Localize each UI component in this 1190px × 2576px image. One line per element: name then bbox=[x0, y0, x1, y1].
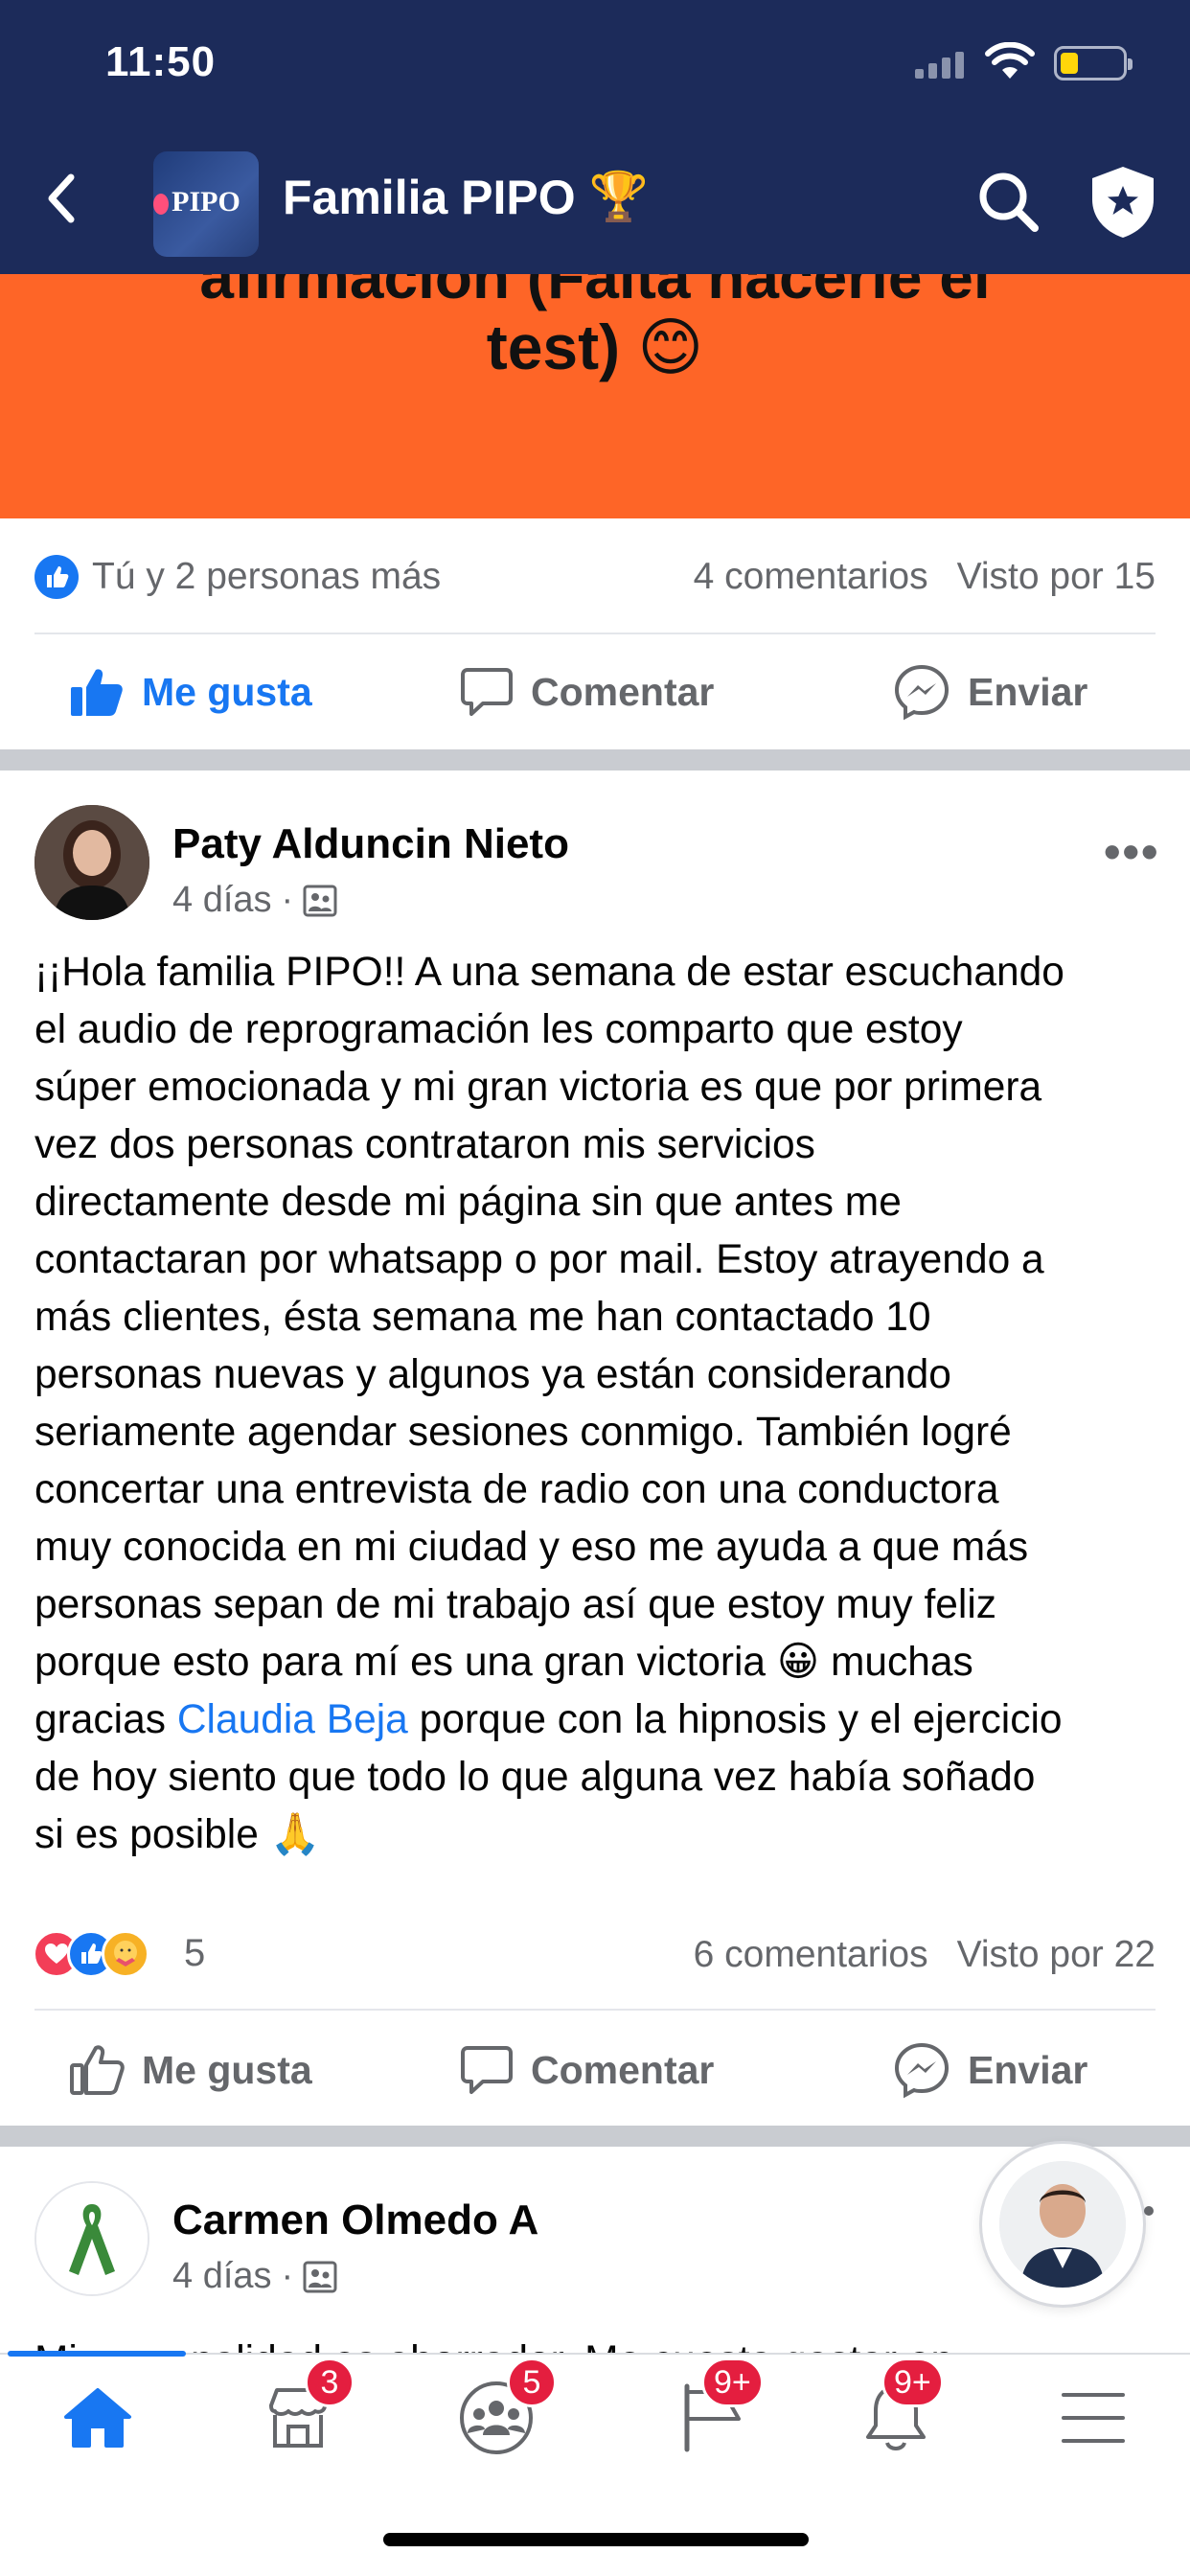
comment-bubble-icon bbox=[461, 2046, 513, 2094]
back-button[interactable] bbox=[44, 165, 92, 232]
send-button[interactable]: Enviar bbox=[893, 2041, 1087, 2099]
comment-label: Comentar bbox=[531, 2047, 715, 2092]
search-button[interactable] bbox=[975, 169, 1042, 236]
colored-text-post[interactable]: afirmación (Falta hacerle el test) 😊 bbox=[0, 274, 1190, 518]
comments-count[interactable]: 6 comentarios bbox=[694, 1934, 928, 1976]
group-title[interactable]: Familia PIPO 🏆 bbox=[283, 169, 649, 225]
post-text: test) 😊 bbox=[486, 311, 704, 382]
author-name[interactable]: Carmen Olmedo A bbox=[172, 2196, 538, 2244]
comment-button[interactable]: Comentar bbox=[460, 666, 714, 718]
divider bbox=[34, 2009, 1156, 2011]
trophy-icon: 🏆 bbox=[588, 170, 649, 223]
seen-by[interactable]: Visto por 22 bbox=[957, 1934, 1156, 1976]
marketplace-badge: 3 bbox=[305, 2358, 355, 2407]
post-body: ¡¡Hola familia PIPO!! A una semana de es… bbox=[34, 944, 1165, 1864]
like-reaction-icon bbox=[34, 555, 79, 599]
like-button[interactable]: Me gusta bbox=[69, 666, 312, 718]
send-label: Enviar bbox=[968, 669, 1088, 714]
post-time-row: 4 días · bbox=[172, 2256, 337, 2297]
profile-photo bbox=[34, 805, 149, 920]
status-time: 11:50 bbox=[105, 38, 217, 85]
group-audience-icon bbox=[303, 2261, 337, 2292]
tab-groups[interactable]: 5 bbox=[434, 2358, 559, 2471]
comment-button[interactable]: Comentar bbox=[460, 2044, 714, 2096]
group-logo-text: PIPO bbox=[172, 186, 240, 218]
active-tab-indicator bbox=[8, 2351, 186, 2357]
post-time-row: 4 días · bbox=[172, 880, 337, 921]
cellular-signal-icon bbox=[915, 50, 964, 79]
like-button[interactable]: Me gusta bbox=[69, 2044, 312, 2096]
reactions-summary-row: Tú y 2 personas más 4 comentarios Visto … bbox=[34, 548, 1156, 606]
divider bbox=[34, 632, 1156, 634]
notifications-badge: 9+ bbox=[881, 2358, 944, 2407]
like-label: Me gusta bbox=[142, 669, 312, 714]
send-button[interactable]: Enviar bbox=[893, 663, 1087, 721]
tab-menu[interactable] bbox=[1031, 2365, 1156, 2471]
author-avatar[interactable] bbox=[34, 805, 149, 920]
thumbs-up-filled-icon bbox=[71, 669, 123, 716]
more-options-dot[interactable] bbox=[1144, 2206, 1154, 2216]
floating-video-bubble[interactable] bbox=[982, 2144, 1143, 2305]
group-audience-icon bbox=[303, 885, 337, 916]
author-avatar[interactable] bbox=[34, 2181, 149, 2296]
thumbs-up-outline-icon bbox=[70, 2045, 125, 2095]
post-actions: Me gusta Comentar Enviar bbox=[0, 644, 1190, 740]
hamburger-menu-icon bbox=[1062, 2393, 1125, 2443]
post-text-part1: ¡¡Hola familia PIPO!! A una semana de es… bbox=[34, 950, 1064, 1742]
group-thumbnail[interactable]: PIPO bbox=[153, 151, 259, 257]
profile-photo bbox=[999, 2161, 1126, 2288]
care-reaction-icon bbox=[102, 1930, 149, 1978]
tab-home[interactable] bbox=[35, 2365, 160, 2471]
home-icon bbox=[64, 2388, 131, 2448]
messenger-icon bbox=[894, 2042, 950, 2099]
comments-count[interactable]: 4 comentarios bbox=[694, 556, 928, 598]
mention-link[interactable]: Claudia Beja bbox=[177, 1697, 408, 1742]
feed-separator bbox=[0, 749, 1190, 770]
tab-marketplace[interactable]: 3 bbox=[236, 2358, 360, 2471]
tab-pages[interactable]: 9+ bbox=[652, 2358, 776, 2471]
more-options-button[interactable]: ••• bbox=[1104, 824, 1160, 880]
post-time[interactable]: 4 días bbox=[172, 2256, 272, 2297]
post-text-cut: afirmación (Falta hacerle el bbox=[199, 274, 991, 311]
shield-star-icon bbox=[1092, 167, 1154, 238]
group-name: Familia PIPO bbox=[283, 170, 576, 224]
post-actions: Me gusta Comentar Enviar bbox=[0, 2022, 1190, 2118]
comment-bubble-icon bbox=[461, 668, 513, 716]
battery-icon bbox=[1054, 46, 1133, 80]
chevron-left-icon bbox=[48, 173, 75, 223]
tab-notifications[interactable]: 9+ bbox=[834, 2358, 958, 2471]
author-name[interactable]: Paty Alduncin Nieto bbox=[172, 820, 569, 868]
like-label: Me gusta bbox=[142, 2047, 312, 2092]
comment-label: Comentar bbox=[531, 669, 715, 714]
green-ribbon-logo bbox=[36, 2183, 148, 2294]
home-indicator[interactable] bbox=[383, 2533, 809, 2546]
reaction-icons[interactable] bbox=[33, 1930, 149, 1978]
admin-tools-button[interactable] bbox=[1085, 163, 1161, 240]
send-label: Enviar bbox=[968, 2047, 1088, 2092]
app-header: 11:50 PIPO Familia PIPO 🏆 bbox=[0, 0, 1190, 274]
seen-by[interactable]: Visto por 15 bbox=[957, 556, 1156, 598]
search-icon bbox=[979, 172, 1039, 232]
post-stats-row: 6 comentarios Visto por 22 bbox=[632, 1926, 1156, 1984]
pages-badge: 9+ bbox=[701, 2358, 764, 2407]
messenger-icon bbox=[894, 664, 950, 721]
feed-separator bbox=[0, 2126, 1190, 2147]
reactions-summary[interactable]: Tú y 2 personas más bbox=[92, 556, 441, 598]
reaction-count[interactable]: 5 bbox=[184, 1932, 205, 1975]
groups-badge: 5 bbox=[507, 2358, 557, 2407]
wifi-icon bbox=[985, 42, 1035, 79]
post-time[interactable]: 4 días bbox=[172, 880, 272, 921]
